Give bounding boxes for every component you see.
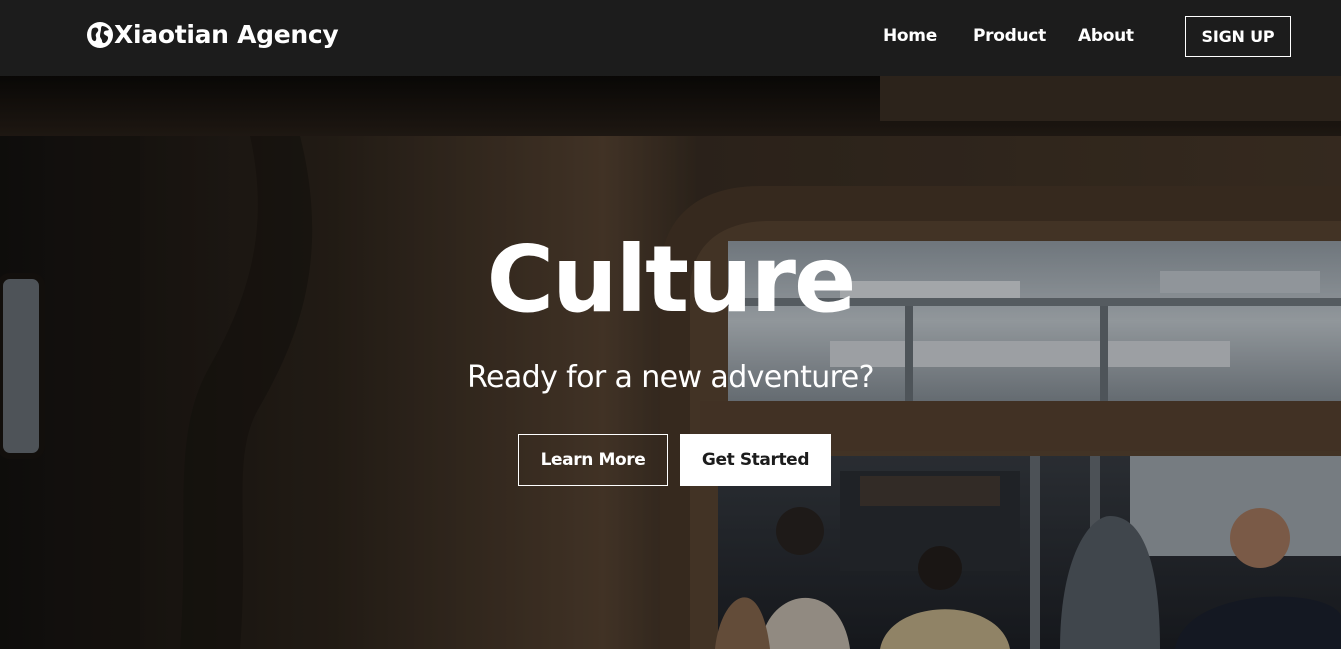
hero-title: Culture bbox=[486, 226, 857, 333]
nav-home-link[interactable]: Home bbox=[883, 26, 937, 46]
nav-about-link[interactable]: About bbox=[1078, 26, 1134, 46]
learn-more-button[interactable]: Learn More bbox=[518, 434, 668, 486]
signup-button[interactable]: SIGN UP bbox=[1185, 16, 1291, 57]
brand-name: Xiaotian Agency bbox=[114, 20, 339, 49]
hero-section: Culture Ready for a new adventure? Learn… bbox=[0, 76, 1341, 649]
hero-subtitle: Ready for a new adventure? bbox=[467, 360, 874, 395]
nav-product-link[interactable]: Product bbox=[973, 26, 1046, 46]
get-started-button[interactable]: Get Started bbox=[680, 434, 831, 486]
globe-icon bbox=[86, 21, 114, 49]
brand-logo[interactable]: Xiaotian Agency bbox=[86, 20, 339, 49]
navbar: Xiaotian Agency Home Product About SIGN … bbox=[0, 0, 1341, 76]
